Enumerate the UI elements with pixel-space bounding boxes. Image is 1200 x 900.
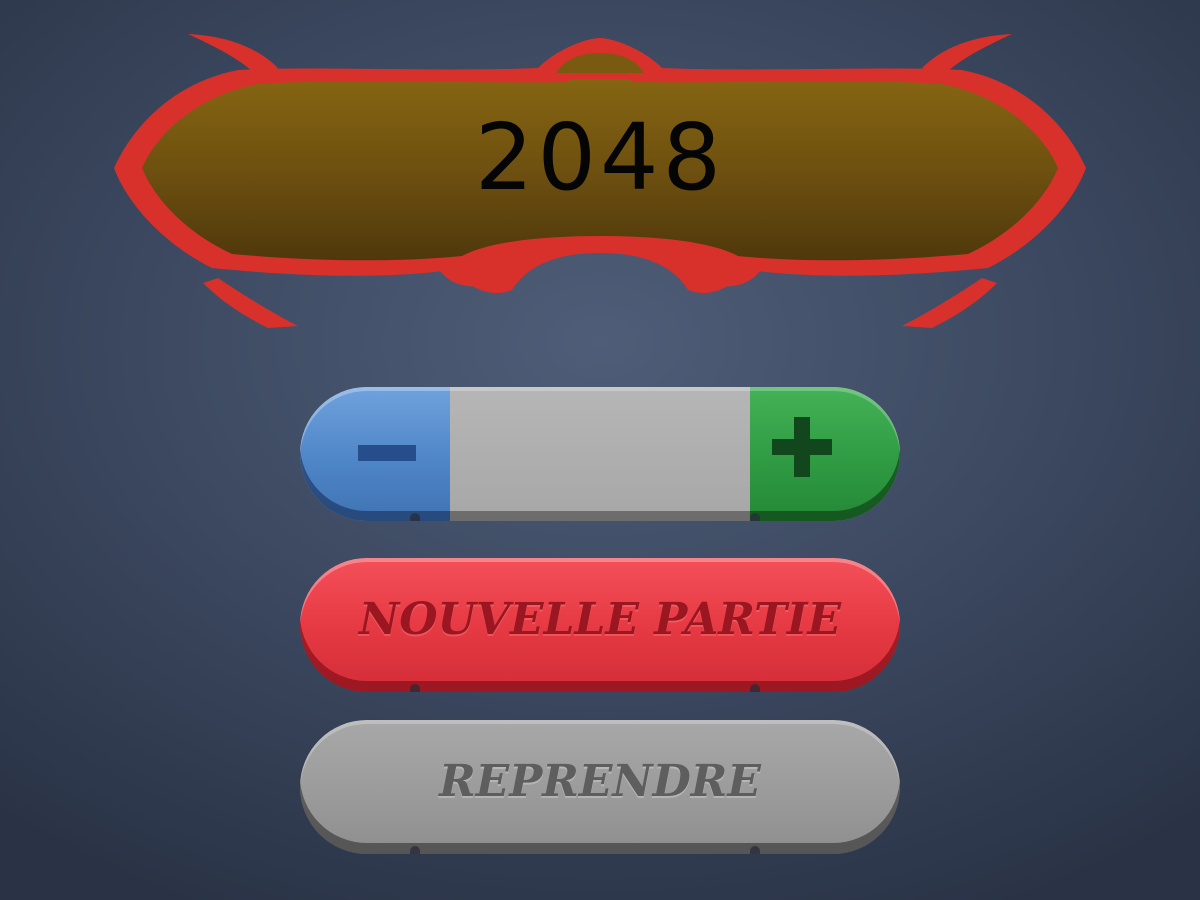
pill-notch <box>750 846 760 854</box>
plus-icon <box>772 417 832 477</box>
pill-notch <box>410 684 420 692</box>
increase-button[interactable] <box>750 387 900 521</box>
pill-notch <box>750 513 760 521</box>
pill-notch <box>410 513 420 521</box>
new-game-label: NOUVELLE PARTIE <box>358 594 841 645</box>
minus-icon <box>358 445 416 461</box>
pill-notch <box>410 846 420 854</box>
decrease-button[interactable] <box>300 387 450 521</box>
title-banner: 2048 <box>108 28 1092 328</box>
resume-button[interactable]: REPRENDRE <box>300 720 900 854</box>
game-title: 2048 <box>474 104 726 211</box>
grid-size-value <box>450 387 750 521</box>
resume-label: REPRENDRE <box>439 756 761 807</box>
new-game-button[interactable]: NOUVELLE PARTIE <box>300 558 900 692</box>
grid-size-stepper <box>300 387 900 521</box>
pill-notch <box>750 684 760 692</box>
